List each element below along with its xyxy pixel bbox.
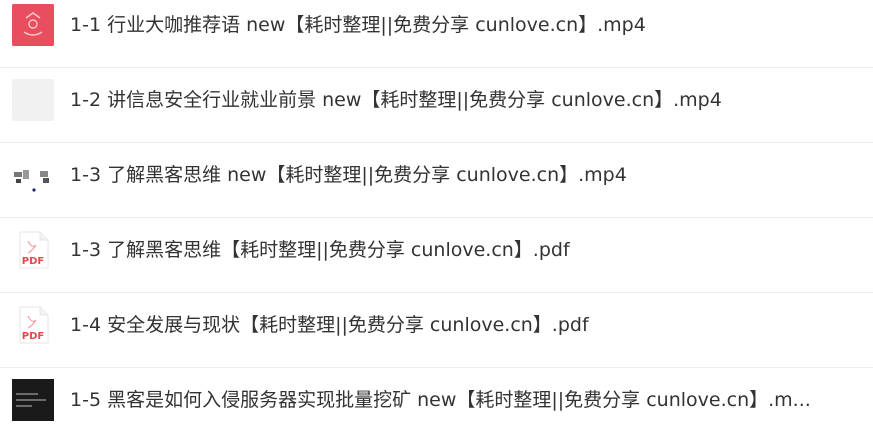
file-name[interactable]: 1-4 安全发展与现状【耗时整理||免费分享 cunlove.cn】.pdf [70, 311, 589, 339]
pdf-label: PDF [22, 256, 44, 267]
video-thumbnail-art [12, 4, 54, 46]
pdf-icon-art: PDF [19, 306, 49, 344]
file-row[interactable]: PDF 1-3 了解黑客思维【耗时整理||免费分享 cunlove.cn】.pd… [0, 218, 873, 293]
pdf-file-icon: PDF [12, 304, 54, 346]
file-name[interactable]: 1-2 讲信息安全行业就业前景 new【耗时整理||免费分享 cunlove.c… [70, 86, 722, 114]
video-thumbnail-icon [12, 4, 54, 46]
pdf-icon-art: PDF [19, 231, 49, 269]
file-row[interactable]: 1-5 黑客是如何入侵服务器实现批量挖矿 new【耗时整理||免费分享 cunl… [0, 368, 873, 443]
file-row[interactable]: 1-3 了解黑客思维 new【耗时整理||免费分享 cunlove.cn】.mp… [0, 143, 873, 218]
video-thumbnail-icon [12, 379, 54, 421]
file-name[interactable]: 1-3 了解黑客思维 new【耗时整理||免费分享 cunlove.cn】.mp… [70, 161, 627, 189]
file-name[interactable]: 1-5 黑客是如何入侵服务器实现批量挖矿 new【耗时整理||免费分享 cunl… [70, 386, 811, 414]
file-name[interactable]: 1-3 了解黑客思维【耗时整理||免费分享 cunlove.cn】.pdf [70, 236, 570, 264]
video-thumbnail-art [14, 170, 49, 192]
pdf-label: PDF [22, 331, 44, 342]
pdf-file-icon: PDF [12, 229, 54, 271]
file-list: 1-1 行业大咖推荐语 new【耗时整理||免费分享 cunlove.cn】.m… [0, 0, 873, 442]
file-row[interactable]: PDF 1-4 安全发展与现状【耗时整理||免费分享 cunlove.cn】.p… [0, 293, 873, 368]
file-row[interactable]: 1-2 讲信息安全行业就业前景 new【耗时整理||免费分享 cunlove.c… [0, 68, 873, 143]
video-thumbnail-icon [12, 154, 54, 196]
file-name[interactable]: 1-1 行业大咖推荐语 new【耗时整理||免费分享 cunlove.cn】.m… [70, 11, 646, 39]
file-row[interactable]: 1-1 行业大咖推荐语 new【耗时整理||免费分享 cunlove.cn】.m… [0, 0, 873, 68]
video-thumbnail-icon [12, 79, 54, 121]
